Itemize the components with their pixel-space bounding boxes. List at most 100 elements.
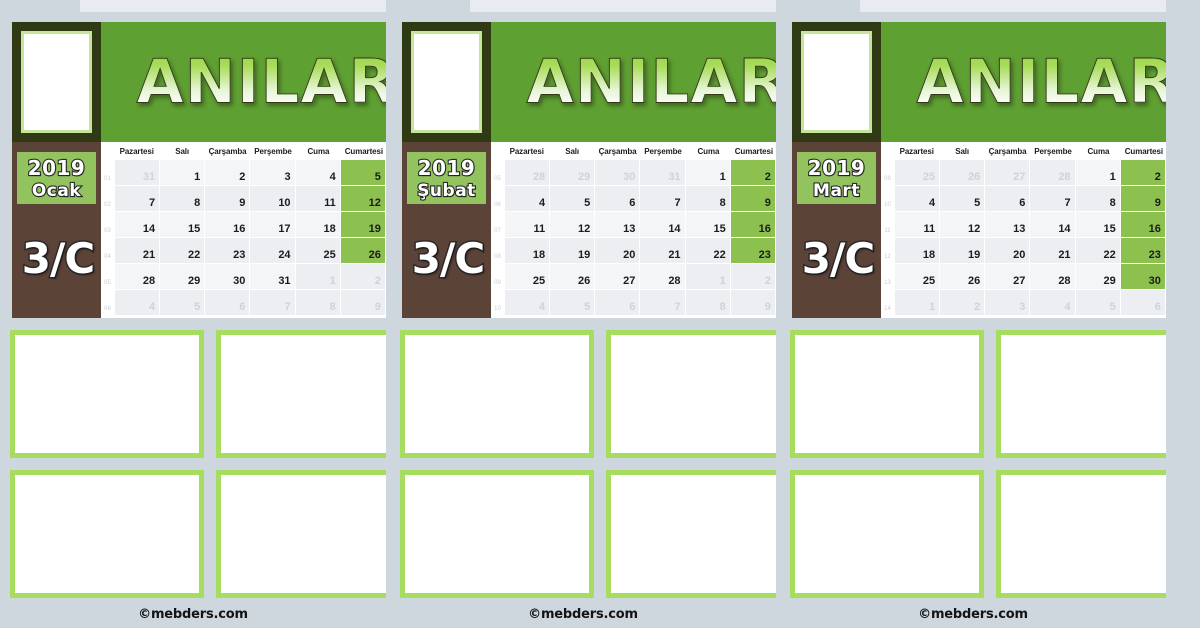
calendar-day-cell[interactable]: 10	[250, 186, 295, 211]
calendar-day-cell[interactable]: 28	[1030, 264, 1075, 289]
calendar-day-cell[interactable]: 13	[595, 212, 640, 237]
calendar-day-cell[interactable]: 1	[160, 160, 205, 185]
calendar-day-cell[interactable]: 11	[295, 186, 340, 211]
banner-photo-placeholder[interactable]	[21, 31, 92, 133]
calendar-day-cell[interactable]: 7	[640, 186, 685, 211]
photo-frame[interactable]	[216, 330, 386, 458]
calendar-day-cell[interactable]: 9	[730, 290, 775, 315]
calendar-day-cell[interactable]: 21	[1030, 238, 1075, 263]
calendar-day-cell[interactable]: 13	[985, 212, 1030, 237]
calendar-day-cell[interactable]: 16	[1120, 212, 1165, 237]
calendar-day-cell[interactable]: 2	[940, 290, 985, 315]
photo-frame[interactable]	[216, 470, 386, 598]
calendar-day-cell[interactable]: 12	[550, 212, 595, 237]
calendar-day-cell[interactable]: 7	[640, 290, 685, 315]
calendar-day-cell[interactable]: 4	[115, 290, 160, 315]
photo-frame[interactable]	[10, 470, 204, 598]
calendar-day-cell[interactable]: 1	[1075, 160, 1120, 185]
calendar-day-cell[interactable]: 15	[685, 212, 730, 237]
calendar-day-cell[interactable]: 22	[160, 238, 205, 263]
calendar-day-cell[interactable]: 23	[730, 238, 775, 263]
calendar-day-cell[interactable]: 18	[505, 238, 550, 263]
calendar-day-cell[interactable]: 8	[160, 186, 205, 211]
calendar-day-cell[interactable]: 7	[1030, 186, 1075, 211]
photo-frame[interactable]	[996, 330, 1166, 458]
calendar-day-cell[interactable]: 3	[985, 290, 1030, 315]
calendar-day-cell[interactable]: 5	[550, 290, 595, 315]
calendar-day-cell[interactable]: 11	[505, 212, 550, 237]
calendar-day-cell[interactable]: 29	[550, 160, 595, 185]
photo-frame[interactable]	[400, 470, 594, 598]
calendar-day-cell[interactable]: 31	[640, 160, 685, 185]
calendar-day-cell[interactable]: 30	[205, 264, 250, 289]
calendar-day-cell[interactable]: 27	[985, 264, 1030, 289]
calendar-day-cell[interactable]: 19	[340, 212, 385, 237]
calendar-day-cell[interactable]: 4	[505, 186, 550, 211]
calendar-day-cell[interactable]: 6	[595, 186, 640, 211]
calendar-day-cell[interactable]: 6	[985, 186, 1030, 211]
calendar-day-cell[interactable]: 25	[505, 264, 550, 289]
calendar-day-cell[interactable]: 26	[940, 264, 985, 289]
calendar-day-cell[interactable]: 5	[340, 160, 385, 185]
calendar-day-cell[interactable]: 8	[295, 290, 340, 315]
calendar-day-cell[interactable]: 4	[895, 186, 940, 211]
calendar-day-cell[interactable]: 1	[685, 160, 730, 185]
photo-frame[interactable]	[606, 470, 776, 598]
calendar-day-cell[interactable]: 22	[1075, 238, 1120, 263]
calendar-day-cell[interactable]: 16	[730, 212, 775, 237]
banner-photo-placeholder[interactable]	[411, 31, 482, 133]
calendar-day-cell[interactable]: 11	[895, 212, 940, 237]
calendar-day-cell[interactable]: 15	[160, 212, 205, 237]
calendar-day-cell[interactable]: 28	[1030, 160, 1075, 185]
calendar-day-cell[interactable]: 9	[1120, 186, 1165, 211]
calendar-day-cell[interactable]: 15	[1075, 212, 1120, 237]
calendar-day-cell[interactable]: 18	[295, 212, 340, 237]
calendar-day-cell[interactable]: 8	[685, 290, 730, 315]
calendar-day-cell[interactable]: 22	[685, 238, 730, 263]
calendar-day-cell[interactable]: 4	[295, 160, 340, 185]
calendar-day-cell[interactable]: 8	[1075, 186, 1120, 211]
calendar-day-cell[interactable]: 23	[1120, 238, 1165, 263]
calendar-day-cell[interactable]: 2	[730, 160, 775, 185]
calendar-day-cell[interactable]: 23	[205, 238, 250, 263]
calendar-day-cell[interactable]: 4	[1030, 290, 1075, 315]
calendar-day-cell[interactable]: 20	[985, 238, 1030, 263]
calendar-day-cell[interactable]: 17	[250, 212, 295, 237]
calendar-day-cell[interactable]: 4	[505, 290, 550, 315]
calendar-day-cell[interactable]: 30	[595, 160, 640, 185]
calendar-day-cell[interactable]: 21	[640, 238, 685, 263]
calendar-day-cell[interactable]: 16	[205, 212, 250, 237]
calendar-day-cell[interactable]: 31	[250, 264, 295, 289]
calendar-day-cell[interactable]: 6	[1120, 290, 1165, 315]
calendar-day-cell[interactable]: 12	[340, 186, 385, 211]
calendar-day-cell[interactable]: 5	[940, 186, 985, 211]
calendar-day-cell[interactable]: 14	[115, 212, 160, 237]
calendar-day-cell[interactable]: 7	[250, 290, 295, 315]
calendar-day-cell[interactable]: 26	[940, 160, 985, 185]
calendar-day-cell[interactable]: 6	[595, 290, 640, 315]
calendar-day-cell[interactable]: 14	[1030, 212, 1075, 237]
calendar-day-cell[interactable]: 12	[940, 212, 985, 237]
calendar-day-cell[interactable]: 28	[115, 264, 160, 289]
calendar-day-cell[interactable]: 19	[550, 238, 595, 263]
calendar-day-cell[interactable]: 6	[205, 290, 250, 315]
photo-frame[interactable]	[606, 330, 776, 458]
calendar-day-cell[interactable]: 9	[340, 290, 385, 315]
calendar-day-cell[interactable]: 2	[205, 160, 250, 185]
calendar-day-cell[interactable]: 1	[685, 264, 730, 289]
calendar-day-cell[interactable]: 1	[295, 264, 340, 289]
calendar-day-cell[interactable]: 29	[160, 264, 205, 289]
calendar-day-cell[interactable]: 7	[115, 186, 160, 211]
photo-frame[interactable]	[400, 330, 594, 458]
calendar-day-cell[interactable]: 25	[295, 238, 340, 263]
banner-photo-frame[interactable]	[402, 22, 491, 142]
calendar-day-cell[interactable]: 9	[205, 186, 250, 211]
calendar-day-cell[interactable]: 26	[340, 238, 385, 263]
calendar-day-cell[interactable]: 26	[550, 264, 595, 289]
calendar-day-cell[interactable]: 3	[250, 160, 295, 185]
calendar-day-cell[interactable]: 19	[940, 238, 985, 263]
photo-frame[interactable]	[790, 330, 984, 458]
calendar-day-cell[interactable]: 2	[730, 264, 775, 289]
calendar-day-cell[interactable]: 31	[115, 160, 160, 185]
calendar-day-cell[interactable]: 9	[730, 186, 775, 211]
